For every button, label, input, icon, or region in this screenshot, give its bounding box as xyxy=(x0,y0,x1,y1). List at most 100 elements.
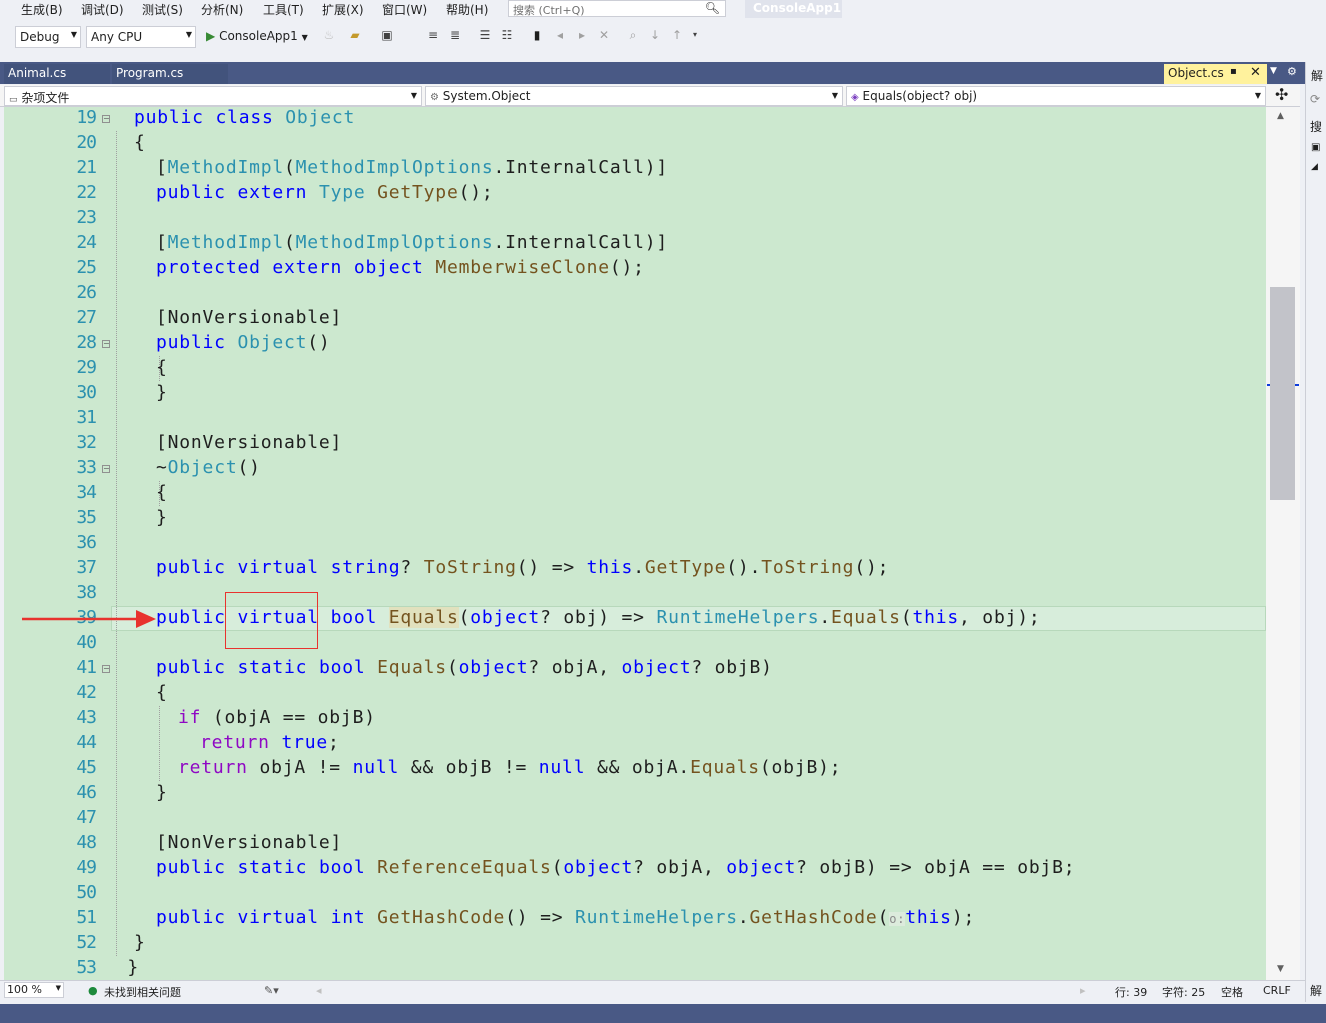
gear-icon[interactable]: ⚙ xyxy=(1287,65,1297,78)
code-line: if (objA == objB) xyxy=(178,707,376,732)
code-editor[interactable]: 19 20 21 22 23 24 25 26 27 28 29 30 31 32 33 34 35 36 37 38… xyxy=(4,107,1266,980)
close-icon[interactable]: ✕ xyxy=(1250,65,1261,80)
indent-guide xyxy=(159,706,160,781)
solution-explorer-collapsed: 解 ⟳ 搜 ▣ ◢ 解 xyxy=(1305,62,1326,1002)
menu-debug[interactable]: 调试(D) xyxy=(81,1,124,18)
menu-build[interactable]: 生成(B) xyxy=(21,1,63,18)
platform-dropdown[interactable]: Any CPU ▼ xyxy=(86,26,196,48)
solution-explorer-tab-bottom[interactable]: 解 xyxy=(1310,982,1322,999)
scrollbar-thumb[interactable] xyxy=(1270,287,1295,500)
tab-list-icon[interactable]: ▼ xyxy=(1270,66,1277,76)
line-number: 19 xyxy=(76,107,97,128)
pin-icon[interactable]: ▪ xyxy=(1230,66,1237,77)
collapse-toggle[interactable]: − xyxy=(102,665,110,673)
code-token: int xyxy=(330,907,378,928)
next-bookmark-icon[interactable]: ▸ xyxy=(575,28,589,42)
menu-help[interactable]: 帮助(H) xyxy=(446,1,488,18)
code-token: { xyxy=(134,132,146,153)
play-icon: ▶ xyxy=(206,29,216,43)
code-token: object xyxy=(726,857,797,878)
scroll-up-icon[interactable]: ▲ xyxy=(1277,111,1284,121)
code-line: } xyxy=(156,382,168,407)
start-debug-button[interactable]: ▶ ConsoleApp1 ▼ xyxy=(206,29,308,43)
hot-reload-icon[interactable]: ♨ xyxy=(322,28,336,42)
code-line: [NonVersionable] xyxy=(156,432,342,457)
code-token: public xyxy=(156,332,238,353)
issues-status[interactable]: 未找到相关问题 xyxy=(104,984,181,1000)
line-number: 30 xyxy=(76,382,97,403)
hscroll-right-icon[interactable]: ▸ xyxy=(1080,984,1086,997)
code-token: class xyxy=(215,107,286,128)
type-value: System.Object xyxy=(442,89,531,103)
panel-search-input[interactable]: 搜 xyxy=(1310,118,1322,135)
chevron-down-icon: ▼ xyxy=(1254,91,1261,100)
code-line: [NonVersionable] xyxy=(156,307,342,332)
step-up-icon[interactable]: ↑ xyxy=(670,28,684,42)
hscroll-left-icon[interactable]: ◂ xyxy=(316,984,322,997)
collapse-toggle[interactable]: − xyxy=(102,465,110,473)
split-editor-icon[interactable]: ✣ xyxy=(1275,86,1288,104)
navigation-bar: ▭ 杂项文件 ▼ ⚙ System.Object ▼ ◈ Equals(obje… xyxy=(0,85,1300,107)
code-token: } xyxy=(156,382,168,403)
code-token: ( xyxy=(458,607,471,628)
code-line: { xyxy=(134,132,146,157)
whitespace-indicator[interactable]: 空格 xyxy=(1221,984,1243,1000)
toolbar-overflow-icon[interactable]: ▾ xyxy=(688,28,702,42)
tab-object-active[interactable]: Object.cs ▪ ✕ xyxy=(1164,64,1267,84)
comment-icon[interactable]: ☰ xyxy=(478,28,492,42)
step-down-icon[interactable]: ↓ xyxy=(648,28,662,42)
bookmark-icon[interactable]: ▮ xyxy=(530,28,544,42)
refresh-icon[interactable]: ⟳ xyxy=(1310,92,1320,106)
indent-icon[interactable]: ≡ xyxy=(426,28,440,42)
prev-bookmark-icon[interactable]: ◂ xyxy=(553,28,567,42)
code-line: return objA != null && objB != null && o… xyxy=(178,757,841,782)
code-token: objA != xyxy=(259,757,353,778)
code-token: ( xyxy=(284,157,296,178)
search-input[interactable]: 搜索 (Ctrl+Q) 🔍︎ xyxy=(508,0,726,17)
code-token: Object xyxy=(167,457,238,478)
tab-program[interactable]: Program.cs xyxy=(112,64,228,84)
member-dropdown[interactable]: ◈ Equals(object? obj) ▼ xyxy=(846,86,1266,106)
line-number: 32 xyxy=(76,432,97,453)
code-token: GetType xyxy=(644,557,727,578)
outdent-icon[interactable]: ≣ xyxy=(448,28,462,42)
code-token: (); xyxy=(458,182,494,203)
indent-guide xyxy=(116,131,117,956)
scope-dropdown[interactable]: ▭ 杂项文件 ▼ xyxy=(4,86,422,106)
expand-icon[interactable]: ◢ xyxy=(1311,162,1318,172)
config-dropdown[interactable]: Debug ▼ xyxy=(15,26,81,48)
code-token: (); xyxy=(854,557,890,578)
tab-animal[interactable]: Animal.cs xyxy=(4,64,110,84)
code-token: this xyxy=(912,607,960,628)
code-token: Type xyxy=(318,182,378,203)
solution-explorer-tab[interactable]: 解 xyxy=(1311,67,1323,84)
char-indicator[interactable]: 字符: 25 xyxy=(1162,984,1205,1000)
scroll-down-icon[interactable]: ▼ xyxy=(1277,964,1284,974)
code-token: public xyxy=(156,182,238,203)
clear-bookmarks-icon[interactable]: ✕ xyxy=(597,28,611,42)
code-token: this xyxy=(586,557,634,578)
menu-window[interactable]: 窗口(W) xyxy=(382,1,427,18)
line-indicator[interactable]: 行: 39 xyxy=(1115,984,1147,1000)
find-icon[interactable]: ⌕ xyxy=(626,28,640,42)
chevron-down-icon: ▼ xyxy=(831,91,838,100)
code-token: ? obj) => xyxy=(540,607,657,628)
menu-analyze[interactable]: 分析(N) xyxy=(201,1,243,18)
collapse-toggle[interactable]: − xyxy=(102,115,110,123)
browser-icon[interactable]: ▣ xyxy=(380,28,394,42)
menu-extensions[interactable]: 扩展(X) xyxy=(322,1,364,18)
toolbar: Debug ▼ Any CPU ▼ ▶ ConsoleApp1 ▼ ♨ ▰ ▣ … xyxy=(0,22,1326,54)
code-cleanup-icon[interactable]: ✎▾ xyxy=(264,984,279,997)
menu-test[interactable]: 测试(S) xyxy=(142,1,183,18)
code-token: } xyxy=(134,932,146,953)
type-dropdown[interactable]: ⚙ System.Object ▼ xyxy=(425,86,843,106)
line-ending-indicator[interactable]: CRLF xyxy=(1263,984,1291,997)
collapse-toggle[interactable]: − xyxy=(102,340,110,348)
open-folder-icon[interactable]: ▰ xyxy=(348,28,362,42)
uncomment-icon[interactable]: ☷ xyxy=(500,28,514,42)
code-token: , obj); xyxy=(959,607,1041,628)
vertical-scrollbar[interactable]: ▲ ▼ xyxy=(1266,107,1300,980)
method-icon: ◈ xyxy=(851,92,859,103)
menu-tools[interactable]: 工具(T) xyxy=(263,1,304,18)
zoom-dropdown[interactable]: 100 % ▼ xyxy=(4,982,64,998)
